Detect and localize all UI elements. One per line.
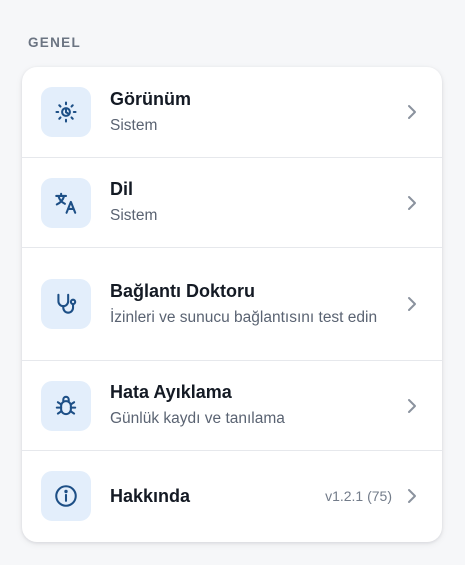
bug-icon — [55, 395, 77, 415]
language-subtitle: Sistem — [110, 207, 158, 224]
stethoscope-icon — [57, 293, 77, 314]
section-title: GENEL — [28, 35, 82, 50]
chevron-right-icon — [406, 487, 418, 505]
language-title: Dil — [110, 179, 134, 199]
sun-icon — [55, 101, 77, 123]
info-icon — [55, 485, 77, 507]
language-text: Dil Sistem — [110, 178, 406, 227]
connection-doctor-subtitle: İzinleri ve sunucu bağlantısını test edi… — [110, 308, 378, 326]
about-icon-box — [41, 471, 91, 521]
connection-doctor-text: Bağlantı Doktoru İzinleri ve sunucu bağl… — [110, 280, 406, 329]
settings-card: Görünüm Sistem Dil Sistem Bağlantı Dokto… — [22, 67, 442, 542]
appearance-title: Görünüm — [110, 88, 191, 109]
setting-row-appearance[interactable]: Görünüm Sistem — [22, 67, 442, 158]
appearance-icon-box — [41, 87, 91, 137]
debugging-icon-box — [41, 380, 91, 431]
about-title: Hakkında — [110, 486, 191, 506]
language-icon-box — [41, 177, 91, 228]
about-text: Hakkında — [110, 485, 325, 507]
chevron-right-icon — [406, 295, 418, 313]
debugging-title: Hata Ayıklama — [110, 382, 232, 402]
chevron-right-icon — [406, 397, 418, 415]
chevron-right-icon — [406, 194, 418, 212]
connection-doctor-title: Bağlantı Doktoru — [110, 280, 256, 301]
appearance-text: Görünüm Sistem — [110, 88, 406, 137]
debugging-subtitle: Günlük kaydı ve tanılama — [110, 410, 285, 427]
connection-doctor-icon-box — [41, 279, 91, 329]
version-label: v1.2.1 (75) — [325, 488, 392, 504]
setting-row-about[interactable]: Hakkında v1.2.1 (75) — [22, 451, 442, 541]
setting-row-language[interactable]: Dil Sistem — [22, 158, 442, 248]
setting-row-connection-doctor[interactable]: Bağlantı Doktoru İzinleri ve sunucu bağl… — [22, 248, 442, 361]
debugging-text: Hata Ayıklama Günlük kaydı ve tanılama — [110, 381, 406, 430]
appearance-subtitle: Sistem — [110, 116, 158, 134]
setting-row-debugging[interactable]: Hata Ayıklama Günlük kaydı ve tanılama — [22, 361, 442, 451]
translate-icon — [55, 192, 77, 214]
chevron-right-icon — [406, 103, 418, 121]
